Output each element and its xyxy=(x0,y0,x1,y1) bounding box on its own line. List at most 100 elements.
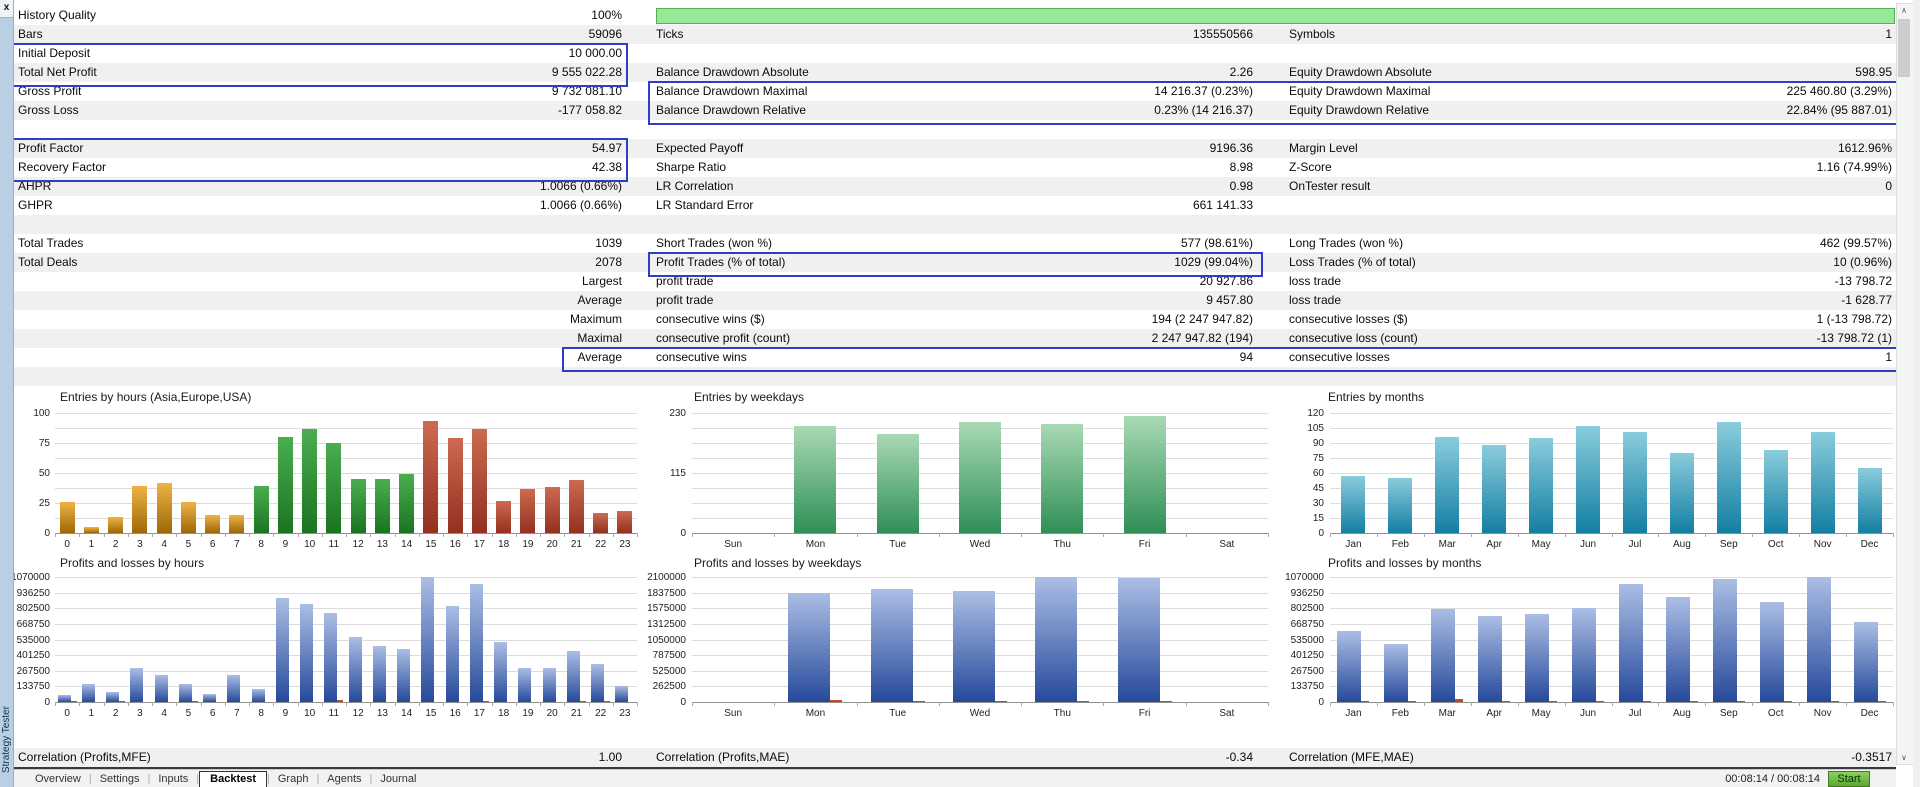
y-axis-tick-label: 45 xyxy=(1274,483,1324,494)
y-axis-tick-label: 105 xyxy=(1274,423,1324,434)
status-area: 00:08:14 / 00:08:14 Start xyxy=(1725,771,1870,787)
chart-bar-profit xyxy=(567,651,580,702)
stat-value: Average xyxy=(313,348,622,367)
x-axis-tick xyxy=(201,702,202,706)
stat-value: 1612.96% xyxy=(1573,139,1892,158)
chart-bar-loss xyxy=(1502,701,1510,702)
y-axis-tick-label: 401250 xyxy=(1274,650,1324,661)
chart-gridline xyxy=(1330,518,1893,519)
x-axis-tick xyxy=(128,702,129,706)
x-axis-tick xyxy=(589,702,590,706)
chart-bar-entries xyxy=(157,483,172,533)
chart-bar-profit xyxy=(446,606,459,702)
x-axis-category-label: Sat xyxy=(1209,708,1245,719)
chart-bar-loss xyxy=(1077,701,1089,702)
stat-label: Equity Drawdown Maximal xyxy=(1289,82,1571,101)
x-axis-category-label: Thu xyxy=(1044,708,1080,719)
x-axis-tick xyxy=(613,533,614,537)
stat-value: 1.0066 (0.66%) xyxy=(313,177,622,196)
chart-gridline xyxy=(1330,458,1893,459)
x-axis-category-label: Sep xyxy=(1711,539,1747,550)
x-axis-tick xyxy=(273,533,274,537)
tab-backtest[interactable]: Backtest xyxy=(199,771,267,787)
x-axis-tick xyxy=(225,533,226,537)
x-axis-category-label: Aug xyxy=(1664,539,1700,550)
x-axis-tick xyxy=(1705,533,1706,537)
x-axis-tick xyxy=(939,702,940,706)
stats-row: Recovery Factor42.38Sharpe Ratio8.98Z-Sc… xyxy=(13,158,1896,177)
stats-row: AHPR1.0066 (0.66%)LR Correlation0.98OnTe… xyxy=(13,177,1896,196)
stat-value: 42.38 xyxy=(313,158,622,177)
tab-agents[interactable]: Agents xyxy=(319,772,369,787)
stat-value: 9 457.80 xyxy=(953,291,1253,310)
stat-label: Total Deals xyxy=(18,253,308,272)
x-axis-category-label: Jan xyxy=(1335,539,1371,550)
chart-bar-loss xyxy=(604,701,610,702)
stats-row: Maximumconsecutive wins ($)194 (2 247 94… xyxy=(13,310,1896,329)
vertical-scrollbar[interactable]: ∧ ∨ xyxy=(1896,3,1914,765)
chart-gridline xyxy=(55,593,637,594)
chart-gridline xyxy=(692,702,1268,703)
x-axis-tick xyxy=(79,702,80,706)
scroll-up-icon[interactable]: ∧ xyxy=(1897,4,1911,17)
stat-value: 59096 xyxy=(313,25,622,44)
chart-bar-profit xyxy=(1807,577,1831,702)
x-axis-tick xyxy=(104,702,105,706)
chart-title: Entries by months xyxy=(1328,390,1424,404)
chart-bar-profit xyxy=(1384,644,1408,702)
stat-value: 2078 xyxy=(313,253,622,272)
stat-value: 225 460.80 (3.29%) xyxy=(1573,82,1892,101)
chart-bar-entries xyxy=(132,486,147,533)
x-axis-tick xyxy=(298,533,299,537)
chart-bar-entries xyxy=(108,517,123,533)
y-axis-tick-label: 15 xyxy=(1274,513,1324,524)
chart-bar-loss xyxy=(1643,701,1651,702)
start-button[interactable]: Start xyxy=(1828,771,1870,787)
chart-bar-profit xyxy=(615,686,628,702)
x-axis-tick xyxy=(774,533,775,537)
x-axis-tick xyxy=(346,533,347,537)
close-icon[interactable]: x xyxy=(0,0,13,18)
x-axis-tick xyxy=(1565,702,1566,706)
stats-row: Total Trades1039Short Trades (won %)577 … xyxy=(13,234,1896,253)
chart-bar-entries xyxy=(205,515,220,533)
tab-journal[interactable]: Journal xyxy=(372,772,424,787)
x-axis-category-label: Thu xyxy=(1044,539,1080,550)
stat-label: Gross Profit xyxy=(18,82,308,101)
chart-bar-entries xyxy=(1388,478,1412,533)
x-axis-tick xyxy=(152,702,153,706)
x-axis-tick xyxy=(516,533,517,537)
x-axis-tick xyxy=(1893,533,1894,537)
chart-bar-profit xyxy=(252,689,265,702)
stat-value: 135550566 xyxy=(953,25,1253,44)
chart-bar-loss xyxy=(337,700,343,702)
scroll-down-icon[interactable]: ∨ xyxy=(1897,751,1911,764)
x-axis-tick xyxy=(79,533,80,537)
chart-bar-entries xyxy=(423,421,438,533)
x-axis-category-label: Sun xyxy=(715,708,751,719)
chart-bar-profit xyxy=(1854,622,1878,702)
x-axis-tick xyxy=(1021,702,1022,706)
tab-overview[interactable]: Overview xyxy=(27,772,89,787)
tab-graph[interactable]: Graph xyxy=(270,772,317,787)
chart-bar-loss xyxy=(71,701,77,702)
correlation-value: 1.00 xyxy=(313,748,622,767)
scrollbar-thumb[interactable] xyxy=(1898,19,1910,77)
y-axis-tick-label: 90 xyxy=(1274,438,1324,449)
tab-settings[interactable]: Settings xyxy=(92,772,148,787)
stat-label: Margin Level xyxy=(1289,139,1571,158)
chart-bar-entries xyxy=(84,527,99,533)
stat-label: profit trade xyxy=(656,272,951,291)
stat-label: consecutive wins ($) xyxy=(656,310,951,329)
y-axis-tick-label: 525000 xyxy=(636,666,686,677)
chart-bar-profit xyxy=(1118,578,1160,702)
chart-bar-entries xyxy=(1717,422,1741,533)
stats-row: Total Net Profit9 555 022.28Balance Draw… xyxy=(13,63,1896,82)
y-axis-tick-label: 1050000 xyxy=(636,635,686,646)
tab-inputs[interactable]: Inputs xyxy=(150,772,196,787)
x-axis-tick xyxy=(1799,702,1800,706)
stat-label: LR Standard Error xyxy=(656,196,951,215)
chart-bar-entries xyxy=(278,437,293,533)
x-axis-tick xyxy=(1021,533,1022,537)
stat-value: 10 (0.96%) xyxy=(1573,253,1892,272)
